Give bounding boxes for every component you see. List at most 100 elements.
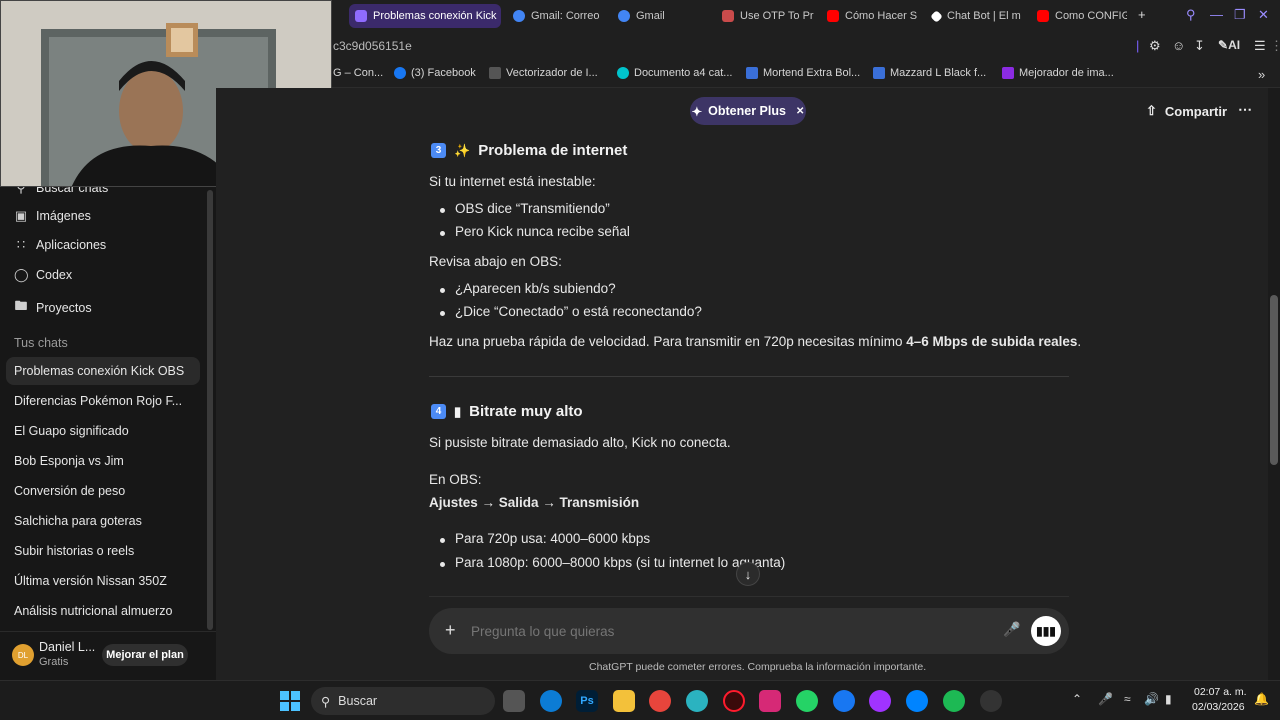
bookmark-item[interactable]: Mazzard L Black f... — [873, 67, 986, 79]
edge-icon[interactable] — [540, 690, 562, 712]
bookmark-label: Mejorador de ima... — [1019, 67, 1114, 79]
upgrade-plan-button[interactable]: Mejorar el plan — [102, 644, 188, 666]
microphone-icon[interactable]: 🎤 — [1098, 692, 1113, 706]
chat-item[interactable]: Bob Esponja vs Jim — [6, 447, 200, 475]
plus-icon[interactable]: + — [1138, 7, 1146, 22]
chat-item[interactable]: Problemas conexión Kick OBS — [6, 357, 200, 385]
download-icon[interactable]: ↧ — [1194, 38, 1205, 54]
tab-label: Chat Bot | El m — [947, 10, 1021, 22]
divider — [429, 376, 1069, 377]
paragraph: Haz una prueba rápida de velocidad. Para… — [429, 334, 1081, 349]
tab-como-config[interactable]: Como CONFIG — [1031, 4, 1127, 28]
sidebar-scrollbar[interactable] — [207, 190, 213, 630]
page-icon — [722, 10, 734, 22]
user-name[interactable]: Daniel L... — [39, 640, 95, 654]
volume-icon[interactable]: 🔊 — [1144, 692, 1159, 706]
tab-use-otp[interactable]: Use OTP To Pr — [716, 4, 816, 28]
menu-icon[interactable]: ☰ — [1254, 38, 1266, 54]
paragraph: Si pusiste bitrate demasiado alto, Kick … — [429, 435, 731, 450]
sidebar-item-images[interactable]: ▣ Imágenes — [14, 208, 91, 224]
tab-gmail-correo[interactable]: Gmail: Correo — [507, 4, 605, 28]
ai-button[interactable]: ✎AI — [1218, 38, 1240, 52]
list-item: ¿Aparecen kb/s subiendo? — [440, 281, 616, 296]
task-view-icon[interactable] — [503, 690, 525, 712]
messenger-icon[interactable] — [869, 690, 891, 712]
chevron-up-icon[interactable]: ⌃ — [1072, 692, 1082, 706]
clock-time[interactable]: 02:07 a. m. — [1194, 686, 1247, 698]
bookmark-item[interactable]: Mortend Extra Bol... — [746, 67, 860, 79]
bookmark-label: Mortend Extra Bol... — [763, 67, 861, 79]
close-icon[interactable]: ✕ — [796, 106, 804, 117]
composer: + 🎤 ▮▮▮ — [429, 608, 1069, 654]
tab-gmail[interactable]: Gmail — [612, 4, 710, 28]
more-options-icon[interactable]: ⋯ — [1238, 101, 1252, 118]
spotify-icon[interactable] — [943, 690, 965, 712]
share-button[interactable]: ⇧ Compartir — [1146, 103, 1227, 119]
notifications-icon[interactable]: 🔔 — [1254, 692, 1269, 706]
sidebar-item-codex[interactable]: ◯ Codex — [14, 267, 72, 283]
microphone-icon[interactable]: 🎤 — [1003, 621, 1020, 638]
heading-text: Bitrate muy alto — [469, 403, 583, 420]
extensions-icon[interactable]: ⚙ — [1149, 38, 1161, 54]
app-icon[interactable] — [980, 690, 1002, 712]
get-plus-button[interactable]: ✦ Obtener Plus ✕ — [690, 97, 806, 125]
chat-item[interactable]: Última versión Nissan 350Z — [6, 567, 200, 595]
restore-icon[interactable]: ❐ — [1234, 7, 1246, 23]
youtube-icon — [1037, 10, 1049, 22]
codex-icon: ◯ — [14, 267, 29, 282]
heading-text: Problema de internet — [478, 142, 628, 159]
close-icon[interactable]: ✕ — [1258, 7, 1269, 23]
profile-icon[interactable]: ☺ — [1172, 38, 1185, 53]
chat-item[interactable]: Conversión de peso — [6, 477, 200, 505]
avatar[interactable]: DL — [12, 644, 34, 666]
chat-item[interactable]: Diferencias Pokémon Rojo F... — [6, 387, 200, 415]
search-tabs-icon[interactable]: ⚲ — [1186, 7, 1196, 23]
whatsapp-icon[interactable] — [796, 690, 818, 712]
main-scrollbar-thumb[interactable] — [1270, 295, 1278, 465]
tab-chat-bot[interactable]: Chat Bot | El m — [926, 4, 1026, 28]
more-bookmarks-icon[interactable]: » — [1258, 67, 1265, 82]
chat-item[interactable]: Subir historias o reels — [6, 537, 200, 565]
taskbar-search[interactable]: ⚲ Buscar — [311, 687, 495, 715]
chat-item[interactable]: Análisis nutricional almuerzo — [6, 597, 200, 625]
tab-problemas-conexion-kick[interactable]: Problemas conexión Kick — [349, 4, 501, 28]
messenger-icon[interactable] — [906, 690, 928, 712]
opera-icon[interactable] — [723, 690, 745, 712]
sidebar-item-projects[interactable]: 🖿 Proyectos — [14, 297, 92, 319]
battery-icon[interactable]: ▮ — [1165, 692, 1172, 706]
clock-date[interactable]: 02/03/2026 — [1192, 701, 1245, 713]
waveform-icon: ▮▮▮ — [1036, 624, 1056, 638]
more-vertical-icon[interactable]: ⋮ — [1270, 38, 1280, 54]
app-icon[interactable] — [686, 690, 708, 712]
bookmark-item[interactable]: Vectorizador de I... — [489, 67, 598, 79]
minimize-icon[interactable]: — — [1210, 7, 1223, 22]
plus-icon[interactable]: + — [445, 620, 456, 641]
google-icon — [513, 10, 525, 22]
bookmark-item[interactable]: G – Con... — [333, 67, 383, 79]
chat-item[interactable]: El Guapo significado — [6, 417, 200, 445]
chat-item[interactable]: Salchicha para goteras — [6, 507, 200, 535]
paragraph: Revisa abajo en OBS: — [429, 254, 562, 269]
divider-icon: | — [1136, 38, 1140, 53]
windows-start-icon[interactable] — [279, 690, 301, 712]
tab-como-hacer[interactable]: Cómo Hacer S — [821, 4, 921, 28]
chrome-icon[interactable] — [649, 690, 671, 712]
bookmark-item[interactable]: Documento a4 cat... — [617, 67, 732, 79]
bookmark-label: Mazzard L Black f... — [890, 67, 987, 79]
photoshop-icon[interactable]: Ps — [576, 690, 598, 712]
voice-mode-button[interactable]: ▮▮▮ — [1031, 616, 1061, 646]
google-icon — [618, 10, 630, 22]
sidebar-item-apps[interactable]: ∷ Aplicaciones — [14, 237, 106, 253]
bookmark-item[interactable]: Mejorador de ima... — [1002, 67, 1114, 79]
bookmark-item[interactable]: (3) Facebook — [394, 67, 476, 79]
broom-icon: ✨ — [454, 142, 471, 158]
prompt-input[interactable] — [471, 620, 971, 642]
sidebar-item-label: Imágenes — [36, 209, 91, 223]
tab-label: Problemas conexión Kick — [373, 10, 497, 22]
scroll-down-button[interactable]: ↓ — [736, 562, 760, 586]
instagram-icon[interactable] — [759, 690, 781, 712]
sidebar-item-label: Proyectos — [36, 301, 92, 315]
wifi-icon[interactable]: ≈ — [1124, 692, 1131, 706]
facebook-icon[interactable] — [833, 690, 855, 712]
file-explorer-icon[interactable] — [613, 690, 635, 712]
